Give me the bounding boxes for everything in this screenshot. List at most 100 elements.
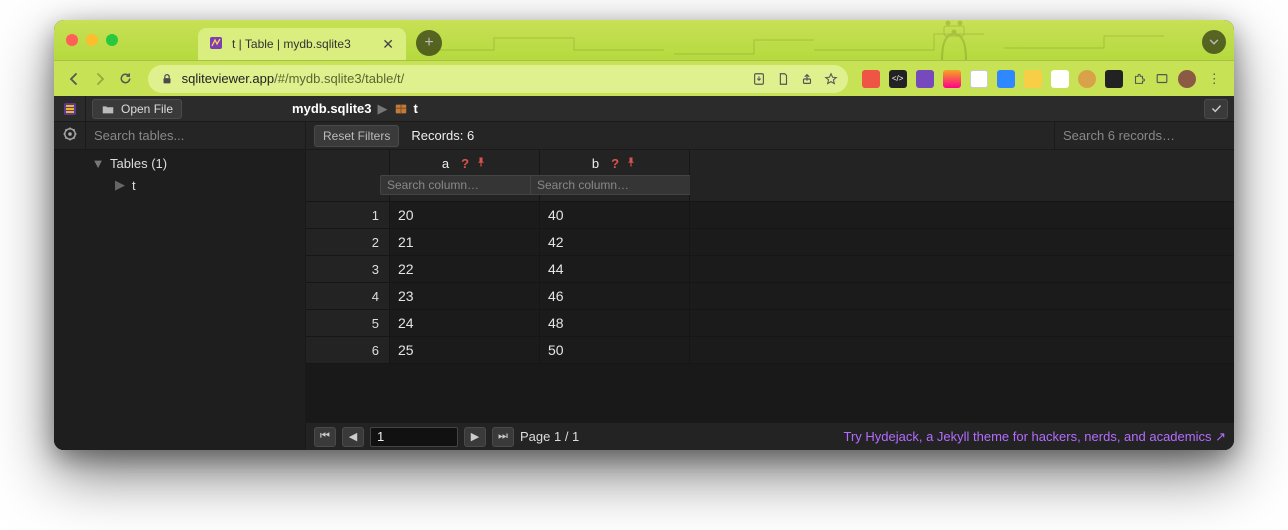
disclosure-triangle-icon[interactable]: ▼ bbox=[92, 156, 104, 171]
column-pin-icon[interactable] bbox=[475, 156, 487, 171]
pager-prev-button[interactable]: ◀ bbox=[342, 427, 364, 447]
promo-link[interactable]: Try Hydejack, a Jekyll theme for hackers… bbox=[843, 429, 1226, 445]
cell-trailer bbox=[690, 337, 1234, 364]
extension-icon[interactable]: </> bbox=[889, 70, 907, 88]
extension-icon[interactable] bbox=[1024, 70, 1042, 88]
share-icon[interactable] bbox=[800, 72, 814, 86]
cell-trailer bbox=[690, 310, 1234, 337]
extension-icon[interactable] bbox=[862, 70, 880, 88]
open-file-button[interactable]: Open File bbox=[92, 99, 182, 119]
column-header[interactable]: a ? bbox=[390, 150, 540, 202]
cell[interactable]: 25 bbox=[390, 337, 540, 364]
back-button[interactable] bbox=[64, 66, 84, 92]
pager-last-button[interactable]: ⏭ bbox=[492, 427, 514, 447]
extension-icon[interactable] bbox=[1051, 70, 1069, 88]
browser-tab-active[interactable]: t | Table | mydb.sqlite3 ✕ bbox=[198, 28, 406, 60]
extension-icon[interactable] bbox=[943, 70, 961, 88]
search-tables-input[interactable] bbox=[86, 122, 306, 149]
search-records-input[interactable] bbox=[1054, 122, 1234, 149]
app-breadcrumb-bar: Open File mydb.sqlite3 ▶ t bbox=[54, 96, 1234, 122]
pager-first-button[interactable]: ⏮ bbox=[314, 427, 336, 447]
tab-title: t | Table | mydb.sqlite3 bbox=[232, 37, 372, 51]
column-search-input[interactable] bbox=[530, 175, 699, 195]
column-search-input[interactable] bbox=[380, 175, 549, 195]
sidebar-item-table[interactable]: ▶ t bbox=[86, 174, 305, 196]
extension-icon[interactable] bbox=[1105, 70, 1123, 88]
row-number[interactable]: 6 bbox=[306, 337, 390, 364]
window-zoom-button[interactable] bbox=[106, 34, 118, 46]
install-app-icon[interactable] bbox=[752, 72, 766, 86]
pager-next-button[interactable]: ▶ bbox=[464, 427, 486, 447]
browser-menu-button[interactable]: ⋮ bbox=[1206, 71, 1224, 87]
extension-icon[interactable] bbox=[997, 70, 1015, 88]
cell[interactable]: 48 bbox=[540, 310, 690, 337]
profile-avatar-icon[interactable] bbox=[1178, 70, 1196, 88]
lock-icon bbox=[160, 72, 174, 86]
cell-trailer bbox=[690, 229, 1234, 256]
column-type-hint-icon[interactable]: ? bbox=[461, 156, 469, 171]
tab-close-button[interactable]: ✕ bbox=[380, 34, 396, 55]
breadcrumb-table[interactable]: t bbox=[414, 101, 418, 116]
address-url: sqliteviewer.app/#/mydb.sqlite3/table/t/ bbox=[182, 71, 405, 86]
row-number[interactable]: 2 bbox=[306, 229, 390, 256]
column-name: a bbox=[442, 156, 449, 171]
confirm-toggle-button[interactable] bbox=[1204, 99, 1228, 119]
new-tab-button[interactable]: + bbox=[416, 30, 442, 56]
breadcrumb-database[interactable]: mydb.sqlite3 bbox=[292, 101, 371, 116]
cell[interactable]: 23 bbox=[390, 283, 540, 310]
forward-button[interactable] bbox=[90, 66, 110, 92]
folder-icon bbox=[101, 102, 115, 116]
address-bar[interactable]: sqliteviewer.app/#/mydb.sqlite3/table/t/ bbox=[148, 65, 848, 93]
window-minimize-button[interactable] bbox=[86, 34, 98, 46]
cell[interactable]: 50 bbox=[540, 337, 690, 364]
row-number[interactable]: 5 bbox=[306, 310, 390, 337]
cell[interactable]: 44 bbox=[540, 256, 690, 283]
page-icon[interactable] bbox=[776, 72, 790, 86]
sidebar-group-label: Tables (1) bbox=[110, 156, 167, 171]
reload-button[interactable] bbox=[116, 66, 136, 92]
row-number[interactable]: 1 bbox=[306, 202, 390, 229]
pager-bar: ⏮ ◀ ▶ ⏭ Page 1 / 1 Try Hydejack, a Jekyl… bbox=[306, 422, 1234, 450]
disclosure-triangle-icon[interactable]: ▶ bbox=[114, 177, 126, 193]
sidebar: ▼ Tables (1) ▶ t bbox=[54, 150, 306, 450]
row-number[interactable]: 4 bbox=[306, 283, 390, 310]
breadcrumb-separator: ▶ bbox=[378, 101, 388, 117]
app-logo-icon[interactable] bbox=[54, 96, 86, 121]
cell[interactable]: 40 bbox=[540, 202, 690, 229]
extension-icon[interactable] bbox=[970, 70, 988, 88]
window-close-button[interactable] bbox=[66, 34, 78, 46]
pager-page-label: Page 1 / 1 bbox=[520, 429, 579, 444]
extension-icons: </> bbox=[862, 70, 1196, 88]
records-count-label: Records: 6 bbox=[407, 122, 478, 149]
cell[interactable]: 24 bbox=[390, 310, 540, 337]
table-icon bbox=[394, 102, 408, 116]
cell-trailer bbox=[690, 256, 1234, 283]
reset-filters-button[interactable]: Reset Filters bbox=[314, 125, 399, 147]
sidebar-item-label: t bbox=[132, 178, 136, 193]
tabstrip-overflow-button[interactable] bbox=[1202, 30, 1226, 54]
extension-icon[interactable] bbox=[1078, 70, 1096, 88]
cell[interactable]: 22 bbox=[390, 256, 540, 283]
window-icon[interactable] bbox=[1155, 72, 1169, 86]
extension-icon[interactable] bbox=[916, 70, 934, 88]
cell[interactable]: 46 bbox=[540, 283, 690, 310]
tab-favicon-icon bbox=[208, 35, 224, 54]
open-file-label: Open File bbox=[121, 102, 173, 116]
browser-toolbar: sqliteviewer.app/#/mydb.sqlite3/table/t/… bbox=[54, 60, 1234, 96]
column-pin-icon[interactable] bbox=[625, 156, 637, 171]
pager-page-input[interactable] bbox=[370, 427, 458, 447]
app-filter-bar: Reset Filters Records: 6 bbox=[54, 122, 1234, 150]
extensions-puzzle-icon[interactable] bbox=[1132, 72, 1146, 86]
cell[interactable]: 21 bbox=[390, 229, 540, 256]
cell[interactable]: 42 bbox=[540, 229, 690, 256]
row-number[interactable]: 3 bbox=[306, 256, 390, 283]
column-header-trailer bbox=[690, 150, 1234, 202]
sidebar-group-tables[interactable]: ▼ Tables (1) bbox=[86, 152, 305, 174]
column-header[interactable]: b ? bbox=[540, 150, 690, 202]
column-type-hint-icon[interactable]: ? bbox=[611, 156, 619, 171]
settings-gear-button[interactable] bbox=[54, 122, 86, 149]
cell-trailer bbox=[690, 283, 1234, 310]
bookmark-star-icon[interactable] bbox=[824, 72, 838, 86]
cell[interactable]: 20 bbox=[390, 202, 540, 229]
cell-trailer bbox=[690, 202, 1234, 229]
